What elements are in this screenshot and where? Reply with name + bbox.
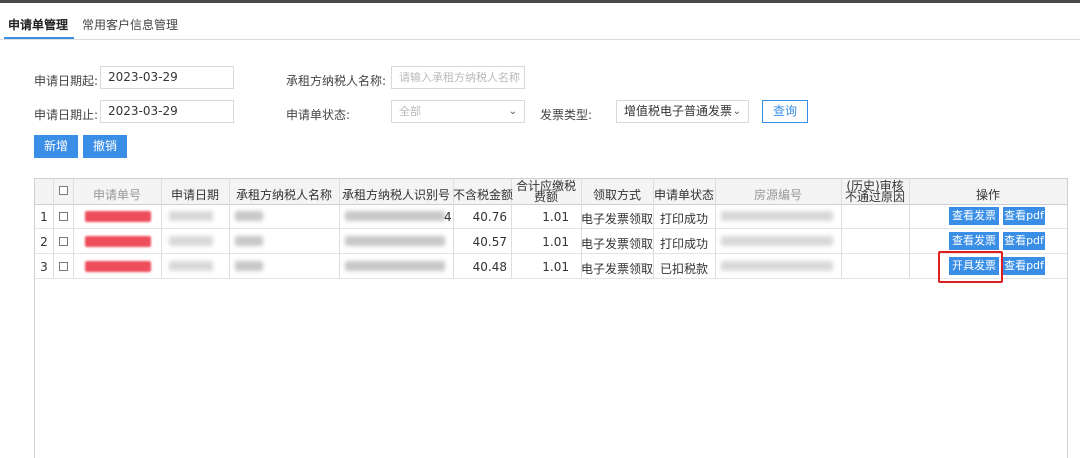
status-placeholder: 全部 (399, 105, 421, 118)
status-select[interactable]: 全部 ⌄ (391, 100, 525, 123)
view-invoice-button[interactable]: 查看发票 (949, 207, 999, 225)
column-header-status: 申请单状态 (653, 188, 714, 202)
status-label: 申请单状态: (286, 108, 351, 122)
row-divider (35, 228, 909, 229)
select-all-checkbox[interactable] (59, 186, 68, 195)
query-button[interactable]: 查询 (762, 100, 808, 123)
pickup-method: 电子发票领取 (581, 237, 654, 251)
tab-bar: 申请单管理 常用客户信息管理 (0, 3, 1080, 40)
row-divider (35, 253, 909, 254)
invoice-type-label: 发票类型: (540, 108, 593, 122)
total-tax: 1.01 (542, 210, 569, 224)
column-header-amount-excl-tax: 不含税金额 (453, 188, 514, 202)
tab-application-management[interactable]: 申请单管理 (8, 16, 68, 33)
pickup-method: 电子发票领取 (581, 212, 654, 226)
view-invoice-button[interactable]: 查看发票 (949, 232, 999, 250)
status: 打印成功 (659, 237, 708, 251)
row-index: 3 (40, 260, 48, 274)
row-divider (909, 228, 1067, 229)
date-end-label: 申请日期止: (34, 108, 99, 122)
column-header-taxpayer-name: 承租方纳税人名称 (235, 188, 332, 202)
invoice-type-select[interactable]: 增值税电子普通发票 ⌄ (616, 100, 749, 123)
redacted-taxpayer-name (235, 236, 263, 246)
highlight-box (938, 251, 1003, 283)
view-pdf-button[interactable]: 查看pdf (1003, 207, 1045, 225)
application-table: 申请单号 申请日期 承租方纳税人名称 承租方纳税人识别号 不含税金额 合计应缴税… (34, 178, 1068, 458)
date-end-value: 2023-03-29 (108, 104, 178, 118)
chevron-down-icon: ⌄ (732, 106, 741, 117)
total-tax: 1.01 (542, 260, 569, 274)
redacted-taxpayer-id (345, 211, 445, 221)
date-start-value: 2023-03-29 (108, 70, 178, 84)
redacted-taxpayer-name (235, 211, 263, 221)
status: 打印成功 (659, 212, 708, 226)
active-tab-indicator (4, 37, 74, 39)
redacted-date (169, 236, 213, 246)
redacted-taxpayer-id (345, 261, 445, 271)
date-end-input[interactable]: 2023-03-29 (100, 100, 234, 123)
view-pdf-button[interactable]: 查看pdf (1003, 232, 1045, 250)
amount-excl-tax: 40.48 (472, 260, 507, 274)
taxpayer-id-suffix: 4 (444, 210, 452, 224)
column-header-application-no: 申请单号 (92, 188, 141, 202)
row-index: 2 (40, 235, 48, 249)
column-header-rejection-reason: (历史)审核不通过原因 (844, 179, 905, 204)
column-header-taxpayer-id: 承租方纳税人识别号 (341, 188, 450, 202)
row-checkbox[interactable] (59, 237, 68, 246)
redacted-property-no (721, 236, 833, 246)
status: 已扣税款 (659, 262, 708, 276)
column-header-application-date: 申请日期 (170, 188, 219, 202)
invoice-type-value: 增值税电子普通发票 (624, 104, 733, 118)
column-divider (841, 179, 842, 279)
row-divider (35, 278, 909, 279)
chevron-down-icon: ⌄ (508, 106, 517, 117)
view-pdf-button[interactable]: 查看pdf (1003, 257, 1045, 275)
row-index: 1 (40, 210, 48, 224)
tab-customer-info[interactable]: 常用客户信息管理 (82, 16, 178, 33)
amount-excl-tax: 40.57 (472, 235, 507, 249)
row-checkbox[interactable] (59, 212, 68, 221)
redacted-application-no (85, 261, 151, 272)
total-tax: 1.01 (542, 235, 569, 249)
date-start-input[interactable]: 2023-03-29 (100, 66, 234, 89)
taxpayer-name-input[interactable]: 请输入承租方纳税人名称 (391, 66, 525, 89)
revoke-button[interactable]: 撤销 (83, 135, 127, 158)
pickup-method: 电子发票领取 (581, 262, 654, 276)
column-divider (53, 179, 54, 279)
redacted-date (169, 211, 213, 221)
column-header-total-tax: 合计应缴税费额 (515, 179, 576, 204)
redacted-application-no (85, 211, 151, 222)
redacted-property-no (721, 211, 833, 221)
add-button[interactable]: 新增 (34, 135, 78, 158)
row-checkbox[interactable] (59, 262, 68, 271)
redacted-date (169, 261, 213, 271)
amount-excl-tax: 40.76 (472, 210, 507, 224)
column-header-operations: 操作 (975, 188, 1000, 202)
redacted-application-no (85, 236, 151, 247)
redacted-taxpayer-id (345, 236, 445, 246)
redacted-property-no (721, 261, 833, 271)
redacted-taxpayer-name (235, 261, 263, 271)
taxpayer-name-placeholder: 请输入承租方纳税人名称 (399, 71, 520, 84)
column-header-pickup-method: 领取方式 (592, 188, 641, 202)
column-header-property-no: 房源编号 (753, 188, 802, 202)
taxpayer-name-label: 承租方纳税人名称: (286, 74, 387, 88)
date-start-label: 申请日期起: (34, 74, 99, 88)
